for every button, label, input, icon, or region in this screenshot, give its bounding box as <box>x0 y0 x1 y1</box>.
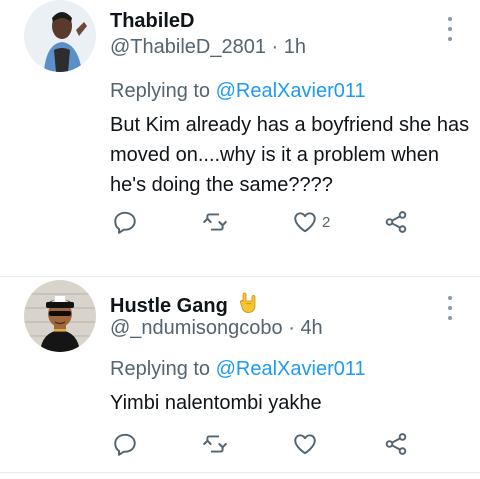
separator: · <box>288 317 295 339</box>
replying-to-prefix: Replying to <box>110 80 211 102</box>
retweet-icon <box>202 431 228 457</box>
action-bar <box>110 429 430 459</box>
more-options-icon[interactable] <box>440 14 460 44</box>
mention-link[interactable]: @RealXavier011 <box>216 80 366 102</box>
avatar[interactable] <box>24 0 96 72</box>
reply-button[interactable] <box>112 429 138 459</box>
handle[interactable]: @_ndumisongcobo <box>110 317 283 339</box>
share-button[interactable] <box>383 207 409 237</box>
like-button[interactable]: 2 <box>292 207 330 237</box>
retweet-button[interactable] <box>202 429 228 459</box>
retweet-icon <box>202 209 228 235</box>
like-button[interactable] <box>292 429 322 459</box>
replying-to: Replying to @RealXavier011 <box>110 80 366 103</box>
reply-icon <box>112 209 138 235</box>
handle[interactable]: @ThabileD_2801 <box>110 36 266 58</box>
display-name-text: Hustle Gang <box>110 295 228 317</box>
share-icon <box>383 431 409 457</box>
like-count: 2 <box>322 213 331 231</box>
like-icon <box>292 209 318 235</box>
tweet-text: Yimbi nalentombi yakhe <box>110 392 322 414</box>
mention-link[interactable]: @RealXavier011 <box>216 358 366 380</box>
tweet[interactable]: ThabileD @ThabileD_2801 · 1h Replying to… <box>0 0 480 276</box>
share-icon <box>383 209 409 235</box>
display-name-text: ThabileD <box>110 10 195 32</box>
reply-icon <box>112 431 138 457</box>
separator: · <box>271 36 279 58</box>
reply-button[interactable] <box>112 207 138 237</box>
avatar[interactable] <box>24 280 96 352</box>
timestamp[interactable]: 1h <box>284 36 306 58</box>
tweet[interactable]: Hustle Gang @_ndumisongcobo · 4h Replyin… <box>0 277 480 479</box>
display-name[interactable]: ThabileD <box>110 10 194 33</box>
handle-line: @ThabileD_2801 · 1h <box>110 36 306 59</box>
share-button[interactable] <box>383 429 409 459</box>
tweet-text: But Kim already has a boyfriend she has … <box>110 114 470 196</box>
replying-to: Replying to @RealXavier011 <box>110 358 366 381</box>
tweet-divider <box>0 472 480 473</box>
action-bar: 2 <box>110 207 430 237</box>
replying-to-prefix: Replying to <box>110 358 211 380</box>
like-icon <box>292 431 318 457</box>
more-options-icon[interactable] <box>440 293 460 323</box>
handle-line: @_ndumisongcobo · 4h <box>110 317 323 340</box>
retweet-button[interactable] <box>202 207 228 237</box>
timestamp[interactable]: 4h <box>300 317 322 339</box>
